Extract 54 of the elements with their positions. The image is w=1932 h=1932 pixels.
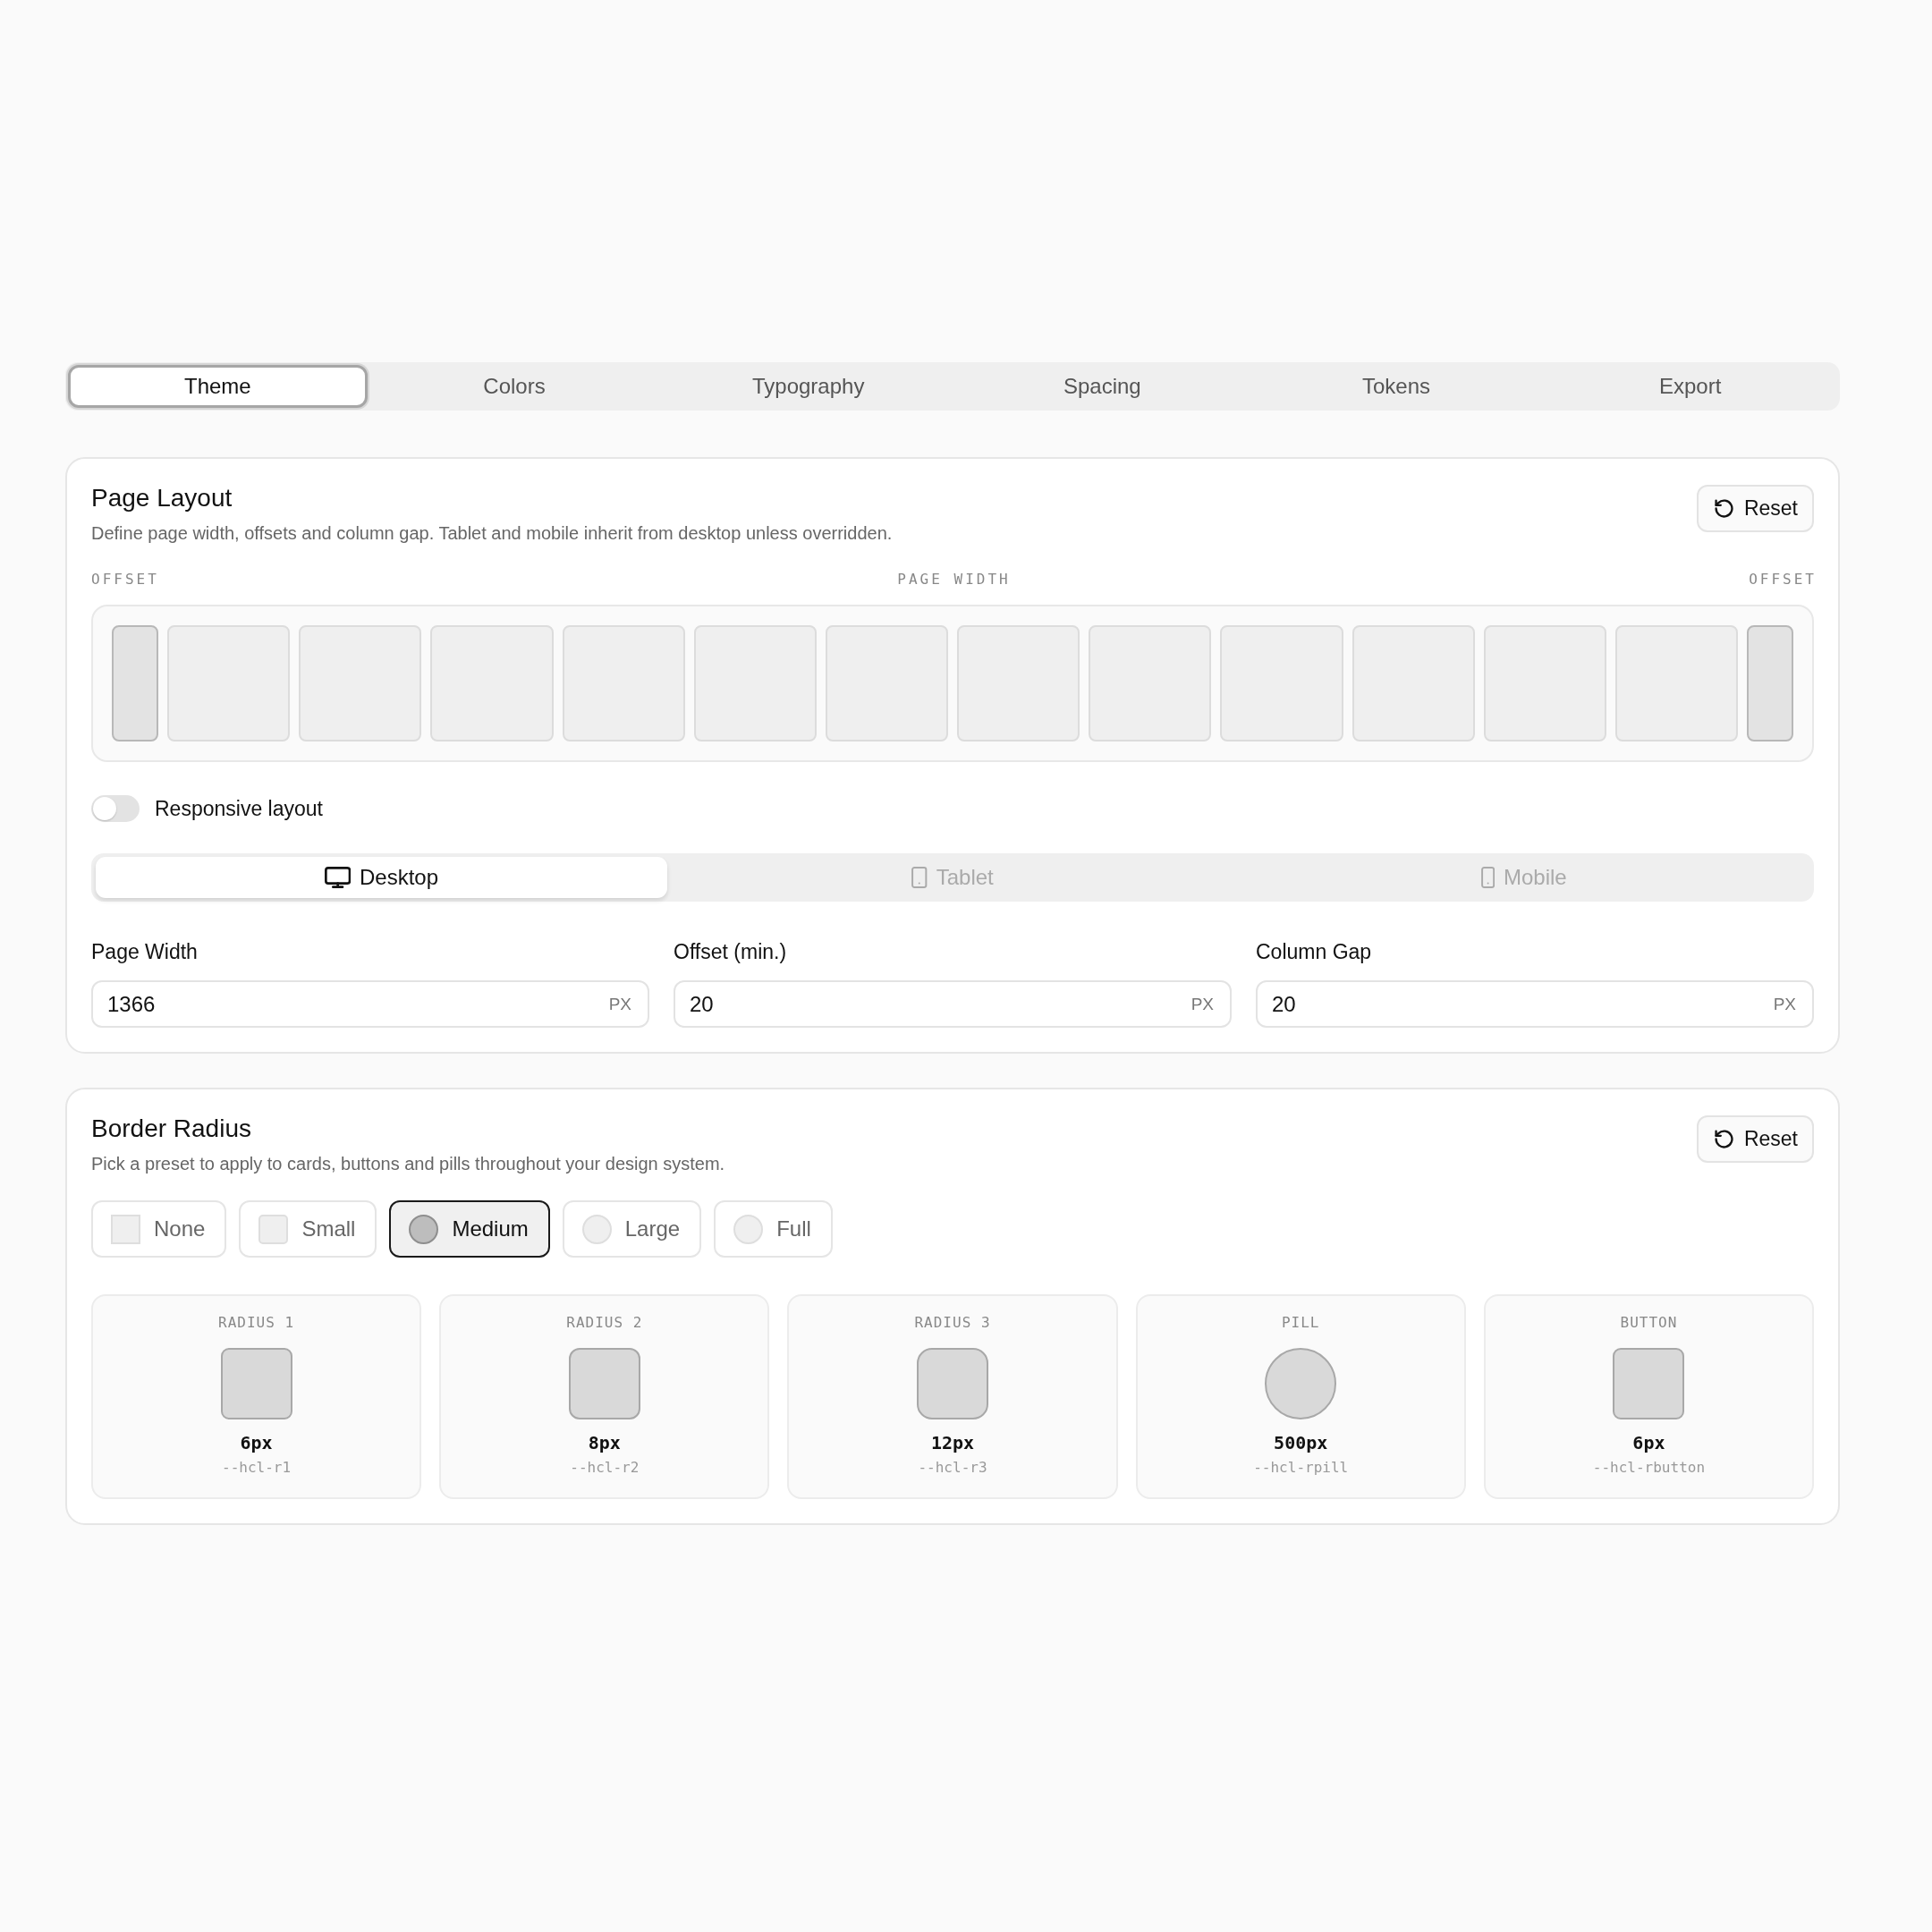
grid-label: OFFSET [1749, 570, 1817, 589]
shape-swatch-icon [258, 1214, 289, 1244]
tab[interactable]: Colors [367, 365, 662, 408]
token-value: 8px [588, 1431, 621, 1454]
toggle-switch[interactable] [91, 795, 140, 822]
field-label: Column Gap [1256, 939, 1373, 965]
section-title: Border Radius [91, 1114, 252, 1144]
shape-swatch-icon [581, 1214, 612, 1244]
field-label: Offset (min.) [674, 939, 788, 965]
token-label: RADIUS 2 [566, 1313, 643, 1333]
token-variable: --hcl-r1 [222, 1458, 292, 1478]
token-variable: --hcl-rbutton [1592, 1458, 1706, 1478]
token-label: BUTTON [1620, 1313, 1678, 1333]
preset-button[interactable]: Small [239, 1200, 377, 1258]
grid-label: OFFSET [91, 570, 159, 589]
unit-label: PX [608, 994, 631, 1014]
token-value: 6px [1632, 1431, 1665, 1454]
section-description: Define page width, offsets and column gap. Tablet and mobile inherit from desktop unless overridden. [91, 522, 893, 545]
field-label: Page Width [91, 939, 199, 965]
reset-icon [1714, 499, 1733, 518]
toggle-label: Responsive layout [155, 796, 323, 822]
reset-button[interactable]: Reset [1696, 1115, 1814, 1163]
shape-swatch-icon [111, 1214, 140, 1244]
token-value: 500px [1274, 1431, 1328, 1454]
tab[interactable]: Spacing [955, 365, 1250, 408]
shape-swatch-icon [409, 1214, 439, 1244]
preset-button[interactable]: Medium [389, 1200, 550, 1258]
preset-button[interactable]: Large [562, 1200, 702, 1258]
reset-icon [1714, 1130, 1733, 1148]
grid-label: PAGE WIDTH [897, 570, 1011, 589]
tab[interactable]: Theme [68, 365, 368, 408]
preset-button[interactable]: None [91, 1200, 227, 1258]
phone-icon [1480, 867, 1495, 888]
token-label: PILL [1281, 1313, 1320, 1333]
tablet-icon [911, 867, 928, 888]
shape-swatch-icon [733, 1214, 764, 1244]
token-value: 6px [240, 1431, 273, 1454]
token-variable: --hcl-r3 [918, 1458, 987, 1478]
reset-button[interactable]: Reset [1696, 485, 1814, 532]
section-title: Page Layout [91, 483, 233, 513]
unit-label: PX [1191, 994, 1214, 1014]
monitor-icon [324, 867, 351, 888]
token-value: 12px [930, 1431, 975, 1454]
tab[interactable]: Typography [661, 365, 955, 408]
section-description: Pick a preset to apply to cards, buttons and pills throughout your design system. [91, 1153, 725, 1175]
token-variable: --hcl-rpill [1253, 1458, 1349, 1478]
token-label: RADIUS 1 [218, 1313, 295, 1333]
token-label: RADIUS 3 [914, 1313, 991, 1333]
tab[interactable]: Export [1543, 365, 1838, 408]
preset-button[interactable]: Full [714, 1200, 833, 1258]
token-variable: --hcl-r2 [570, 1458, 640, 1478]
device-tab[interactable]: Desktop [96, 857, 667, 898]
tab[interactable]: Tokens [1249, 365, 1544, 408]
unit-label: PX [1773, 994, 1796, 1014]
